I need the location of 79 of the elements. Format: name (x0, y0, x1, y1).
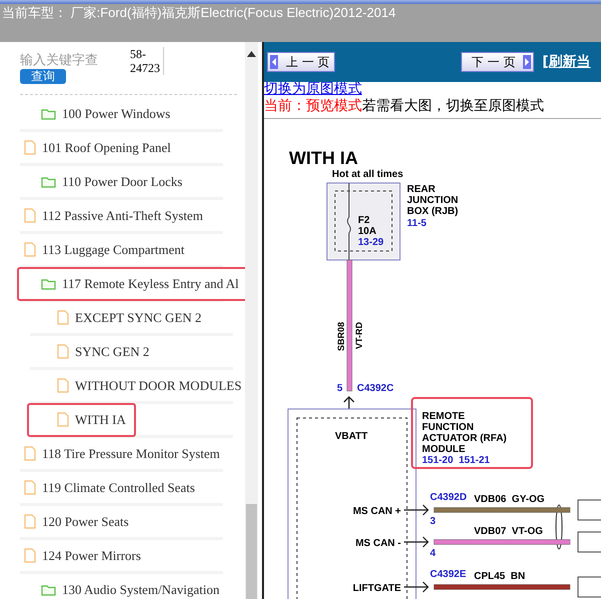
tree-item[interactable]: 112 Passive Anti-Theft System (17, 198, 213, 232)
code-text: 58- 24723 (130, 47, 160, 75)
tree-item[interactable]: WITHOUT DOOR MODULES (27, 368, 245, 402)
document-icon (24, 514, 36, 529)
document-icon (57, 310, 69, 325)
tree-item[interactable]: 100 Power Windows (17, 96, 180, 130)
pin-arrow-drawing (403, 581, 429, 593)
connector-box (578, 532, 601, 552)
connector-label: C4392E (430, 569, 466, 580)
scroll-up-icon[interactable] (247, 51, 256, 57)
pin-number: 4 (430, 548, 436, 559)
module-label: ACTUATOR (RFA) (422, 433, 507, 444)
document-icon (57, 412, 69, 427)
left-arrow-icon (270, 55, 278, 69)
refresh-link[interactable]: [刷新当 (542, 53, 591, 71)
document-icon (57, 378, 69, 393)
connector-box (578, 500, 601, 520)
connector-label: C4392C (357, 383, 394, 394)
box-label: JUNCTION (407, 195, 458, 206)
tree-item[interactable]: 124 Power Mirrors (17, 538, 151, 572)
pin-name: VBATT (335, 431, 368, 442)
supply-label: Hot at all times (332, 169, 404, 180)
document-icon (24, 480, 36, 495)
document-icon (24, 140, 36, 155)
pin-arrow-drawing (343, 396, 355, 410)
tree-item[interactable]: EXCEPT SYNC GEN 2 (27, 300, 212, 334)
diagram-title: WITH IA (289, 148, 358, 168)
module-label: MODULE (422, 444, 466, 455)
box-label: BOX (RJB) (407, 206, 458, 217)
module-label: REMOTE (422, 411, 465, 422)
module-reference: 151-20 151-21 (422, 455, 490, 466)
right-arrow-icon (523, 55, 532, 69)
tree-item[interactable]: 119 Climate Controlled Seats (17, 470, 205, 504)
folder-icon (41, 108, 56, 120)
signal-name: MS CAN + (352, 506, 401, 517)
fuse-reference: 13-29 (358, 237, 384, 248)
folder-icon (41, 176, 56, 188)
folder-icon (41, 584, 56, 596)
wire-color-label: VT-RD (354, 322, 364, 349)
tree-item[interactable]: 110 Power Door Locks (17, 164, 192, 198)
pin-number: 3 (430, 516, 436, 527)
document-icon (57, 344, 69, 359)
tree-item[interactable]: 101 Roof Opening Panel (17, 130, 181, 164)
previous-page-button[interactable]: 上 一 页 (267, 52, 335, 72)
scrollbar[interactable] (245, 42, 258, 599)
dashed-outline (334, 190, 392, 252)
pin-arrow-drawing (403, 504, 429, 516)
tree-item[interactable]: 118 Tire Pressure Monitor System (17, 436, 230, 470)
pin-number: 5 (337, 383, 343, 394)
box-reference: 11-5 (407, 218, 426, 229)
signal-name: MS CAN - (355, 538, 401, 549)
tree-item[interactable]: WITH IA (27, 402, 136, 436)
signal-name: LIFTGATE (352, 583, 401, 594)
wire-label: CPL45 BN (474, 571, 526, 582)
tree-item[interactable]: SYNC GEN 2 (27, 334, 160, 368)
pin-arrow-drawing (403, 536, 429, 548)
fuse-rating: 10A (358, 226, 376, 237)
scrollbar-thumb[interactable] (246, 504, 257, 599)
circuit-label: SBR08 (336, 322, 346, 351)
document-icon (24, 446, 36, 461)
vehicle-title: 当前车型： 厂家:Ford(福特)福克斯Electric(Focus Electric)2012-2014 (2, 5, 396, 20)
document-icon (24, 548, 36, 563)
connector-label: C4392D (430, 492, 467, 503)
next-page-button[interactable]: 下 一 页 (460, 52, 534, 72)
fuse-label: F2 (358, 215, 370, 226)
module-label: FUNCTION (422, 422, 474, 433)
connector-box (578, 576, 601, 598)
mode-note: 当前：预览模式若需看大图，切换至原图模式 (264, 96, 601, 119)
tree-item[interactable]: 120 Power Seats (17, 504, 139, 538)
box-label: REAR (407, 184, 436, 195)
tree-item[interactable]: 117 Remote Keyless Entry and Al (17, 266, 245, 300)
document-icon (24, 242, 36, 257)
document-icon (24, 208, 36, 223)
folder-icon (41, 278, 56, 290)
wire-label: VDB06 GY-OG (474, 494, 545, 505)
wire-label: VDB07 VT-OG (474, 526, 543, 537)
tree-item[interactable]: 113 Luggage Compartment (17, 232, 194, 266)
tree-item[interactable]: 130 Audio System/Navigation (17, 572, 230, 599)
search-button[interactable]: 查询 (20, 69, 66, 84)
